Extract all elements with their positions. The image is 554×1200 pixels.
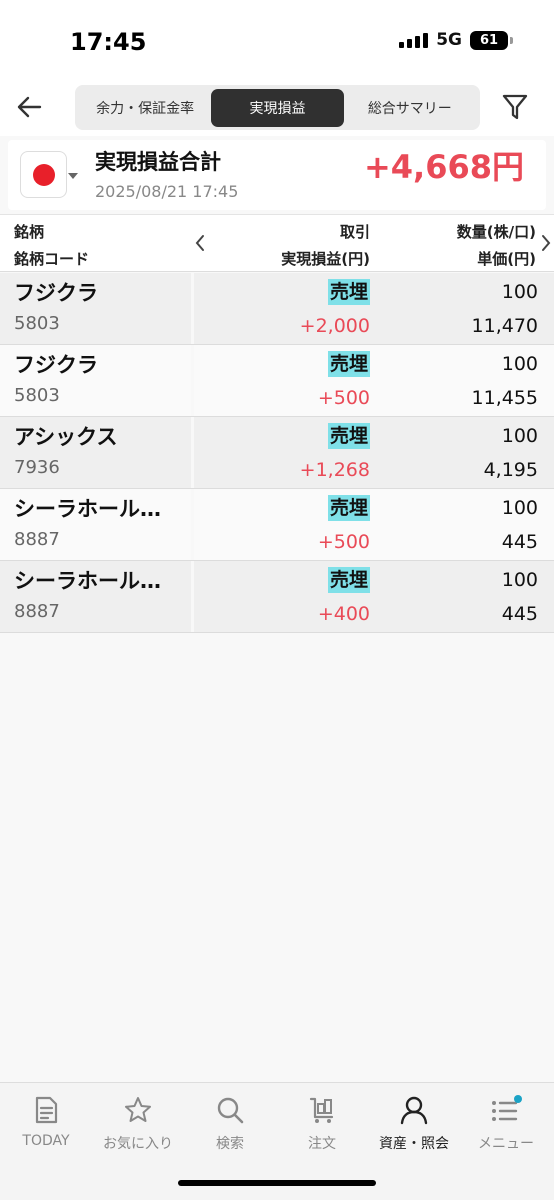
chevron-down-icon[interactable] <box>68 173 78 179</box>
nav-search[interactable]: 検索 <box>184 1093 276 1155</box>
quantity: 100 <box>501 497 538 519</box>
table-row[interactable]: フジクラ 5803 売埋 +500 100 11,455 <box>0 345 554 417</box>
nav-label: メニュー <box>478 1136 534 1152</box>
stock-code: 5803 <box>14 385 60 406</box>
menu-list-icon <box>489 1093 523 1127</box>
row-left-cell: シーラホール… 8887 <box>0 489 191 560</box>
notification-dot <box>514 1095 522 1103</box>
unit-price: 445 <box>501 603 538 625</box>
battery-icon: 61 <box>470 30 513 50</box>
stock-name: シーラホール… <box>14 569 161 593</box>
row-left-cell: フジクラ 5803 <box>0 273 191 344</box>
row-right-cell: 売埋 +500 100 11,455 <box>194 345 554 416</box>
header-unit-price: 単価(円) <box>477 250 536 268</box>
back-arrow-icon <box>17 96 42 118</box>
person-icon <box>397 1093 431 1127</box>
pnl-table: フジクラ 5803 売埋 +2,000 100 11,470 フジクラ 5803… <box>0 273 554 633</box>
market-selector[interactable] <box>20 151 67 198</box>
header-stock-name: 銘柄 <box>14 223 45 241</box>
top-header: 余力・保証金率 実現損益 総合サマリー <box>0 80 554 136</box>
stock-code: 8887 <box>14 601 60 622</box>
quantity: 100 <box>501 425 538 447</box>
unit-price: 11,455 <box>471 387 538 409</box>
stock-code: 7936 <box>14 457 60 478</box>
document-icon <box>29 1093 63 1127</box>
realized-pnl: +400 <box>317 603 370 625</box>
search-icon <box>213 1093 247 1127</box>
realized-pnl: +500 <box>317 531 370 553</box>
summary-total-value: +4,668円 <box>363 148 524 186</box>
header-quantity: 数量(株/口) <box>456 223 536 241</box>
nav-label: 資産・照会 <box>379 1136 449 1152</box>
realized-pnl: +1,268 <box>299 459 370 481</box>
nav-assets[interactable]: 資産・照会 <box>368 1093 460 1155</box>
unit-price: 445 <box>501 531 538 553</box>
row-left-cell: シーラホール… 8887 <box>0 561 191 632</box>
status-indicators: 5G 61 <box>399 30 513 50</box>
segmented-tabs: 余力・保証金率 実現損益 総合サマリー <box>75 85 480 130</box>
nav-label: お気に入り <box>103 1136 173 1152</box>
network-label: 5G <box>436 30 462 50</box>
table-row[interactable]: アシックス 7936 売埋 +1,268 100 4,195 <box>0 417 554 489</box>
chevron-left-icon[interactable] <box>194 233 206 253</box>
unit-price: 4,195 <box>483 459 538 481</box>
status-bar: 17:45 5G 61 <box>0 0 554 80</box>
stock-name: シーラホール… <box>14 497 161 521</box>
trade-type: 売埋 <box>327 495 370 521</box>
summary-date: 2025/08/21 17:45 <box>95 182 239 201</box>
filter-icon <box>502 94 528 120</box>
japan-flag-icon <box>32 163 55 186</box>
tab-margin-rate[interactable]: 余力・保証金率 <box>79 89 211 127</box>
stock-code: 5803 <box>14 313 60 334</box>
trade-type: 売埋 <box>327 279 370 305</box>
pnl-summary-card: 実現損益合計 2025/08/21 17:45 +4,668円 <box>8 140 546 210</box>
header-trade: 取引 <box>339 223 370 241</box>
row-right-cell: 売埋 +1,268 100 4,195 <box>194 417 554 488</box>
trade-type: 売埋 <box>327 351 370 377</box>
quantity: 100 <box>501 353 538 375</box>
stock-name: フジクラ <box>14 353 98 377</box>
nav-menu[interactable]: メニュー <box>460 1093 552 1155</box>
table-row[interactable]: シーラホール… 8887 売埋 +500 100 445 <box>0 489 554 561</box>
filter-button[interactable] <box>496 88 534 126</box>
row-right-cell: 売埋 +2,000 100 11,470 <box>194 273 554 344</box>
battery-level: 61 <box>479 32 499 48</box>
home-indicator <box>178 1180 376 1186</box>
table-header: 銘柄 銘柄コード 取引 実現損益(円) 数量(株/口) 単価(円) <box>0 214 554 272</box>
stock-name: フジクラ <box>14 281 98 305</box>
star-icon <box>121 1093 155 1127</box>
table-row[interactable]: フジクラ 5803 売埋 +2,000 100 11,470 <box>0 273 554 345</box>
realized-pnl: +500 <box>317 387 370 409</box>
signal-icon <box>399 32 429 48</box>
trade-type: 売埋 <box>327 423 370 449</box>
table-row[interactable]: シーラホール… 8887 売埋 +400 100 445 <box>0 561 554 633</box>
nav-label: 検索 <box>216 1136 244 1152</box>
stock-code: 8887 <box>14 529 60 550</box>
back-button[interactable] <box>10 88 48 126</box>
chevron-right-icon[interactable] <box>540 233 552 253</box>
nav-favorites[interactable]: お気に入り <box>92 1093 184 1155</box>
tab-realized-pnl[interactable]: 実現損益 <box>211 88 344 127</box>
trade-type: 売埋 <box>327 567 370 593</box>
row-left-cell: アシックス 7936 <box>0 417 191 488</box>
cart-icon <box>305 1093 339 1127</box>
row-left-cell: フジクラ 5803 <box>0 345 191 416</box>
nav-today[interactable]: TODAY <box>0 1093 92 1155</box>
quantity: 100 <box>501 569 538 591</box>
stock-name: アシックス <box>14 425 118 449</box>
unit-price: 11,470 <box>471 315 538 337</box>
summary-title: 実現損益合計 <box>95 150 221 174</box>
tab-summary[interactable]: 総合サマリー <box>344 89 476 127</box>
nav-order[interactable]: 注文 <box>276 1093 368 1155</box>
nav-label: TODAY <box>22 1133 70 1149</box>
status-time: 17:45 <box>70 28 147 56</box>
header-realized-pnl: 実現損益(円) <box>281 250 370 268</box>
nav-label: 注文 <box>308 1136 336 1152</box>
quantity: 100 <box>501 281 538 303</box>
row-right-cell: 売埋 +500 100 445 <box>194 489 554 560</box>
row-right-cell: 売埋 +400 100 445 <box>194 561 554 632</box>
realized-pnl: +2,000 <box>299 315 370 337</box>
header-stock-code: 銘柄コード <box>14 250 90 268</box>
